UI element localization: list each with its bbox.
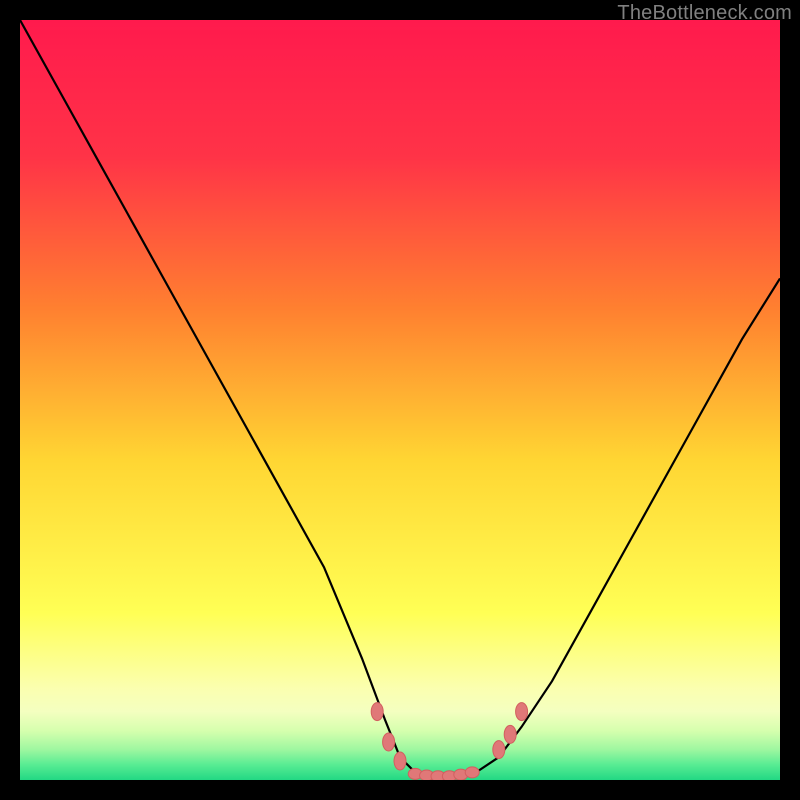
marker-point: [504, 725, 516, 743]
marker-point: [493, 741, 505, 759]
watermark-text: TheBottleneck.com: [617, 2, 792, 25]
marker-point: [394, 752, 406, 770]
marker-point: [383, 733, 395, 751]
chart-frame: TheBottleneck.com: [0, 0, 800, 800]
plot-background: [20, 20, 780, 780]
marker-point: [371, 703, 383, 721]
marker-point: [465, 767, 479, 778]
marker-point: [516, 703, 528, 721]
bottleneck-chart: [20, 20, 780, 780]
